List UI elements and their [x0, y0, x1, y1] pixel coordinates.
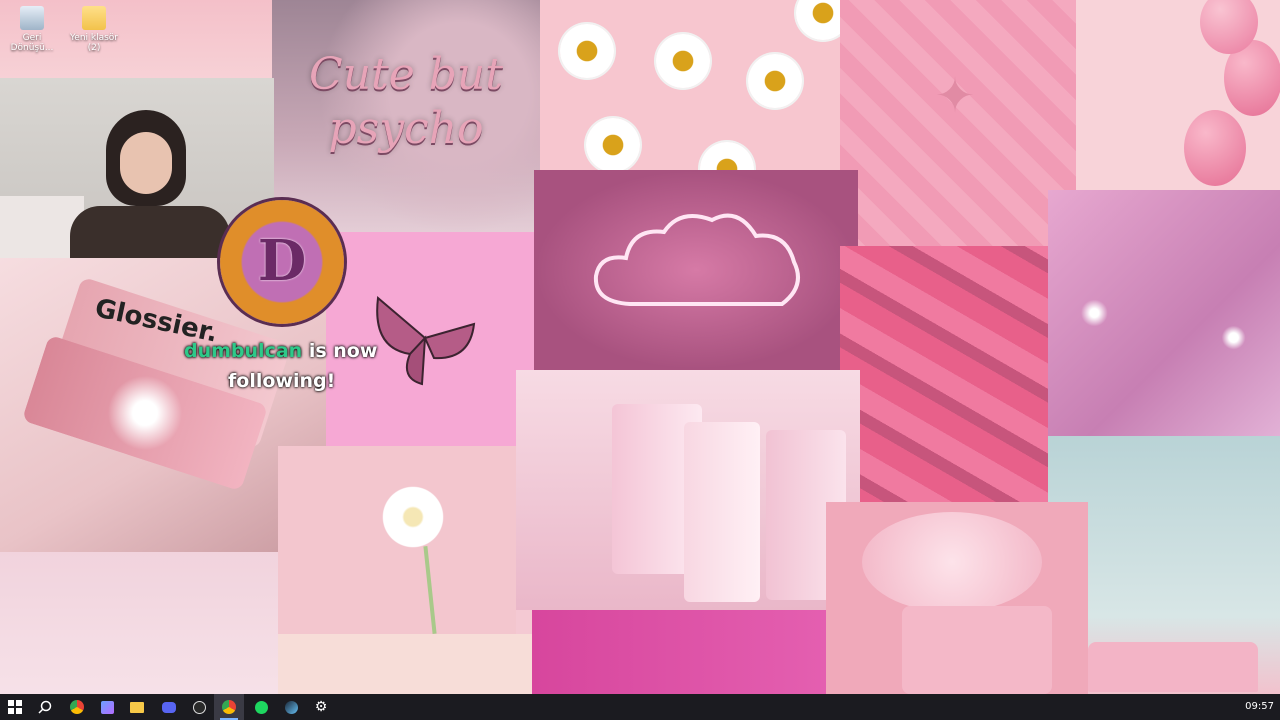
wallpaper-money-tile: [840, 246, 1048, 502]
wallpaper-butterfly-tile: [326, 232, 534, 446]
perfume-bottle-image: [684, 422, 760, 602]
wallpaper-cute-but-psycho-tile: Cute but psycho: [272, 0, 540, 232]
recycle-bin-desktop-icon[interactable]: Geri Dönüşü...: [6, 6, 58, 53]
taskbar-chrome-active[interactable]: [214, 694, 244, 720]
taskbar-discord[interactable]: [154, 694, 184, 720]
wallpaper-rainbow-tile: [0, 552, 278, 694]
neon-cloud-icon: [593, 213, 800, 306]
taskbar-obs[interactable]: [184, 694, 214, 720]
wallpaper-daisies-tile: [540, 0, 840, 170]
search-icon: [38, 700, 52, 714]
daisy-image: [788, 0, 840, 48]
balloon-image: [1184, 110, 1246, 186]
webcam-person: [70, 110, 230, 258]
channel-badge-letter: D: [257, 228, 307, 294]
van-image: [1088, 642, 1258, 692]
folder-label: Yeni klasör (2): [69, 33, 119, 53]
steam-icon: [284, 700, 298, 714]
wallpaper-neon-cloud-tile: [534, 170, 858, 370]
taskbar-file-explorer[interactable]: [122, 694, 152, 720]
daisy-image: [648, 26, 718, 96]
start-button[interactable]: [0, 694, 30, 720]
taskbar-spotify[interactable]: [246, 694, 276, 720]
cute-text-line2: psycho: [328, 103, 484, 154]
search-button[interactable]: [30, 694, 60, 720]
butterfly-icon: [370, 288, 480, 388]
recycle-bin-label: Geri Dönüşü...: [10, 33, 54, 53]
folder-icon: [82, 6, 106, 30]
wallpaper-perfume-tile: [516, 370, 860, 610]
channel-badge-icon: D: [220, 200, 344, 324]
follow-alert-line2: following!: [228, 370, 336, 392]
wallpaper-silhouette-tile: [532, 610, 826, 694]
white-flower-image: [378, 482, 448, 552]
follow-alert-suffix: is now: [308, 340, 378, 362]
discord-icon: [162, 701, 176, 713]
chrome-icon: [70, 700, 84, 714]
wallpaper-bag-tile: [826, 502, 1088, 694]
wallpaper-glitter-tile: [1048, 190, 1280, 436]
obs-icon: [192, 700, 206, 714]
daisy-image: [692, 134, 762, 170]
cute-text-line1: Cute but: [309, 49, 503, 100]
app-icon: [100, 700, 114, 714]
gear-icon: ⚙: [314, 699, 328, 715]
taskbar: ⚙ 09:57: [0, 694, 1280, 720]
wallpaper-monogram-tile: ✦: [840, 0, 1076, 246]
taskbar-chrome[interactable]: [62, 694, 92, 720]
taskbar-settings[interactable]: ⚙: [306, 694, 336, 720]
daisy-image: [578, 110, 648, 170]
flower-stem: [423, 546, 437, 634]
follow-alert-line1: dumbulcan is now: [184, 340, 377, 362]
spotify-icon: [254, 700, 268, 714]
windows-icon: [8, 700, 22, 714]
wallpaper-statue-tile: [278, 634, 532, 694]
wallpaper-balloons-tile: [1076, 0, 1280, 190]
daisy-image: [552, 16, 622, 86]
chrome-icon: [222, 700, 236, 714]
daisy-image: [740, 46, 810, 116]
handbag-image: [902, 606, 1052, 694]
follower-name: dumbulcan: [184, 340, 303, 362]
lv-logo-icon: ✦: [934, 68, 976, 124]
taskbar-app[interactable]: [92, 694, 122, 720]
wallpaper-flower-tile: [278, 446, 516, 634]
folder-desktop-icon[interactable]: Yeni klasör (2): [68, 6, 120, 53]
taskbar-clock[interactable]: 09:57: [1245, 694, 1274, 720]
recycle-bin-icon: [20, 6, 44, 30]
taskbar-steam[interactable]: [276, 694, 306, 720]
folder-icon: [130, 701, 144, 713]
fur-image: [862, 512, 1042, 612]
